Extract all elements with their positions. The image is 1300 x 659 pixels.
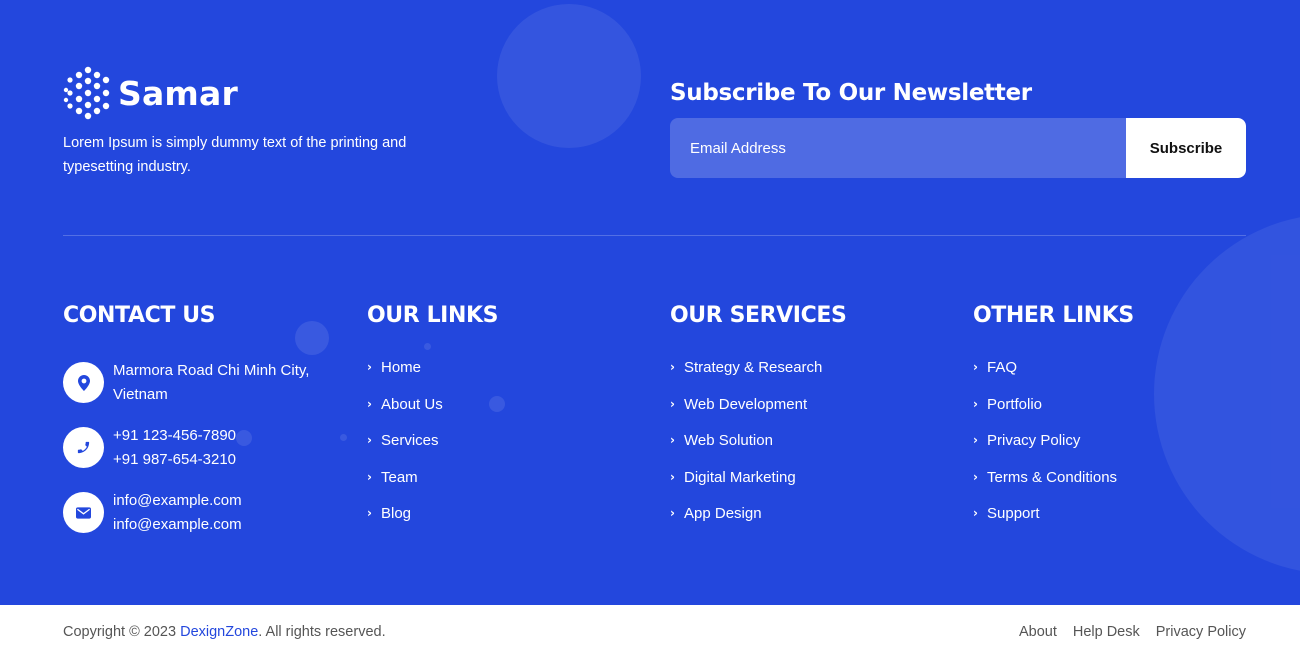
address-line: Vietnam [113, 386, 168, 403]
link-label: App Design [684, 505, 762, 522]
newsletter-title: Subscribe To Our Newsletter [670, 80, 1032, 106]
link-label: Home [381, 359, 422, 376]
divider [63, 235, 1246, 236]
chevron-right-icon: › [973, 396, 978, 411]
chevron-right-icon: › [367, 360, 372, 374]
company-link[interactable]: DexignZone [180, 624, 258, 640]
contact-heading: CONTACT US [63, 303, 216, 328]
footer-link-strategy-research[interactable]: › Strategy & Research [670, 358, 910, 395]
bottom-link-about[interactable]: About [1019, 624, 1057, 640]
newsletter-form: Subscribe [670, 118, 1246, 178]
hexagon-dots-logo-icon [63, 66, 110, 120]
chevron-right-icon: › [973, 506, 978, 520]
our-links-column: OUR LINKS › Home › About Us › Services › Tea… [367, 303, 499, 522]
link-label: Web Solution [684, 432, 773, 449]
other-links-heading: OTHER LINKS [973, 303, 1134, 328]
bottom-links: About Help Desk Privacy Policy [1003, 624, 1246, 640]
phone-number[interactable]: +91 987-654-3210 [113, 448, 236, 472]
footer-link-support[interactable]: › Support [973, 504, 1213, 541]
link-label: Blog [381, 505, 412, 522]
link-label: Privacy Policy [987, 432, 1081, 449]
footer-link-home[interactable]: › Home [367, 358, 607, 395]
footer-link-faq[interactable]: › FAQ [973, 358, 1213, 395]
footer-link-blog[interactable]: › Blog [367, 504, 607, 541]
address-line: Marmora Road Chi Minh City, [113, 362, 310, 379]
link-label: About Us [381, 395, 443, 413]
chevron-right-icon: › [670, 506, 675, 520]
copyright-suffix: . All rights reserved. [258, 624, 386, 640]
footer-link-web-development[interactable]: › Web Development [670, 395, 910, 432]
bottom-link-help-desk[interactable]: Help Desk [1073, 624, 1140, 640]
chevron-right-icon: › [367, 433, 372, 447]
link-label: Strategy & Research [684, 359, 823, 376]
our-links-heading: OUR LINKS [367, 303, 499, 328]
email-address[interactable]: info@example.com [113, 489, 242, 513]
link-label: Team [381, 468, 418, 486]
footer-link-web-solution[interactable]: › Web Solution [670, 431, 910, 468]
footer-link-services[interactable]: › Services [367, 431, 607, 468]
chevron-right-icon: › [973, 433, 978, 447]
decorative-dot [424, 343, 431, 350]
chevron-right-icon: › [670, 360, 675, 374]
footer-main: Samar Lorem Ipsum is simply dummy text o… [0, 0, 1300, 605]
footer-link-app-design[interactable]: › App Design [670, 504, 910, 541]
link-label: Digital Marketing [684, 468, 796, 486]
link-label: Web Development [684, 395, 808, 413]
contact-phone: +91 123-456-7890 +91 987-654-3210 [63, 424, 343, 472]
map-pin-icon [63, 362, 104, 403]
our-services-heading: OUR SERVICES [670, 303, 847, 328]
brand-name: Samar [118, 73, 238, 113]
chevron-right-icon: › [670, 396, 675, 411]
link-label: Terms & Conditions [987, 468, 1118, 486]
decorative-dot [295, 321, 329, 355]
footer-link-portfolio[interactable]: › Portfolio [973, 395, 1213, 432]
email-address[interactable]: info@example.com [113, 513, 242, 537]
brand-description: Lorem Ipsum is simply dummy text of the … [63, 135, 407, 175]
bottom-link-privacy-policy[interactable]: Privacy Policy [1156, 624, 1246, 640]
chevron-right-icon: › [367, 396, 372, 411]
email-field[interactable] [670, 118, 1126, 178]
link-label: Portfolio [987, 395, 1043, 413]
chevron-right-icon: › [973, 360, 978, 374]
contact-address: Marmora Road Chi Minh City, Vietnam [63, 359, 343, 407]
footer-bottom-bar: Copyright © 2023 DexignZone. All rights … [0, 605, 1300, 659]
chevron-right-icon: › [670, 469, 675, 484]
chevron-right-icon: › [367, 506, 372, 520]
copyright-text: Copyright © 2023 DexignZone. All rights … [63, 624, 386, 640]
contact-column: CONTACT US Marmora Road Chi Minh City, V… [63, 303, 309, 533]
decorative-circle [497, 4, 641, 148]
chevron-right-icon: › [973, 469, 978, 484]
phone-icon [63, 427, 104, 468]
footer-link-terms-conditions[interactable]: › Terms & Conditions [973, 468, 1213, 505]
subscribe-button[interactable]: Subscribe [1126, 118, 1246, 178]
footer-link-digital-marketing[interactable]: › Digital Marketing [670, 468, 910, 505]
footer-link-about-us[interactable]: › About Us [367, 395, 607, 432]
chevron-right-icon: › [367, 469, 372, 484]
footer-link-team[interactable]: › Team [367, 468, 607, 505]
other-links-column: OTHER LINKS › FAQ › Portfolio › Privacy Pol… [973, 303, 1134, 522]
our-services-column: OUR SERVICES › Strategy & Research › Web D… [670, 303, 847, 522]
brand-logo[interactable]: Samar [63, 66, 238, 120]
phone-number[interactable]: +91 123-456-7890 [113, 424, 236, 448]
link-label: Services [381, 432, 439, 449]
copyright-prefix: Copyright © 2023 [63, 624, 181, 640]
chevron-right-icon: › [670, 433, 675, 447]
link-label: FAQ [987, 359, 1018, 376]
link-label: Support [987, 505, 1040, 522]
envelope-icon [63, 492, 104, 533]
contact-email: info@example.com info@example.com [63, 489, 343, 537]
footer-link-privacy-policy[interactable]: › Privacy Policy [973, 431, 1213, 468]
